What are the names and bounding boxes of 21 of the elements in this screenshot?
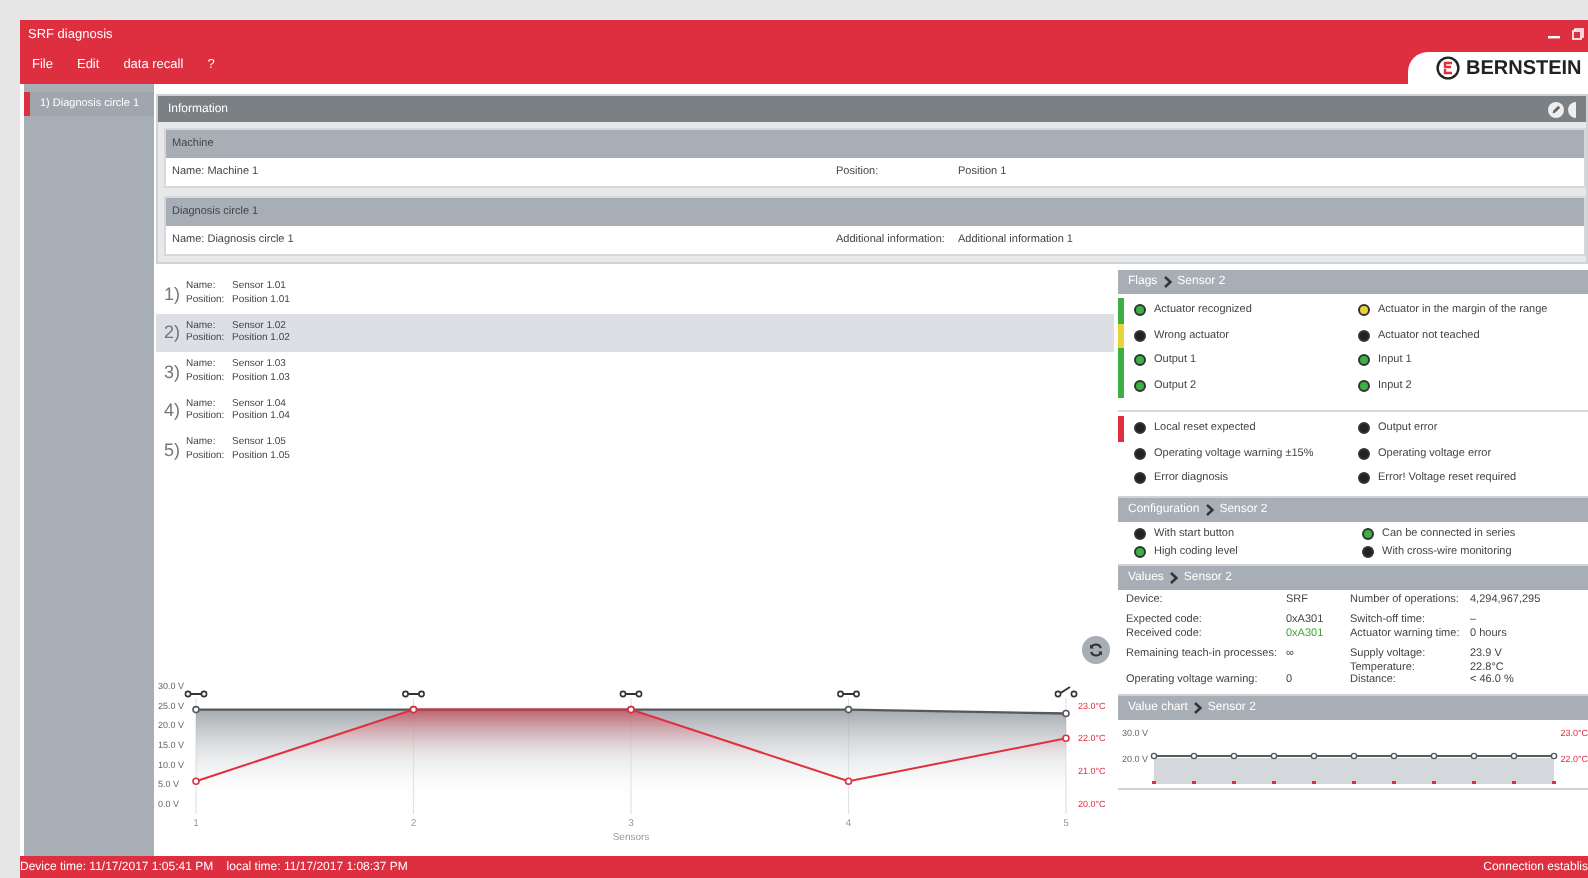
sensor-index: 4) <box>164 400 182 421</box>
data-point <box>844 777 853 785</box>
chevron-icon <box>1193 701 1202 713</box>
edit-icon[interactable] <box>1548 101 1564 117</box>
chevron-icon <box>1205 503 1214 515</box>
data-point <box>192 705 200 714</box>
sensor-index: 5) <box>164 439 182 460</box>
sensor-index: 1) <box>164 283 182 304</box>
chevron-icon <box>1169 571 1178 583</box>
logo-icon <box>1436 56 1460 80</box>
sensor-index: 3) <box>164 361 182 382</box>
refresh-button[interactable] <box>1082 636 1110 664</box>
data-point <box>844 705 853 714</box>
restore-icon[interactable] <box>1572 28 1584 40</box>
data-point <box>1062 734 1070 743</box>
data-point <box>1062 709 1070 718</box>
data-point <box>192 777 200 785</box>
logo-text: BERNSTEIN <box>1466 57 1582 79</box>
sensor-index: 2) <box>164 322 182 343</box>
chevron-icon <box>1163 276 1172 288</box>
refresh-icon <box>1088 642 1104 658</box>
